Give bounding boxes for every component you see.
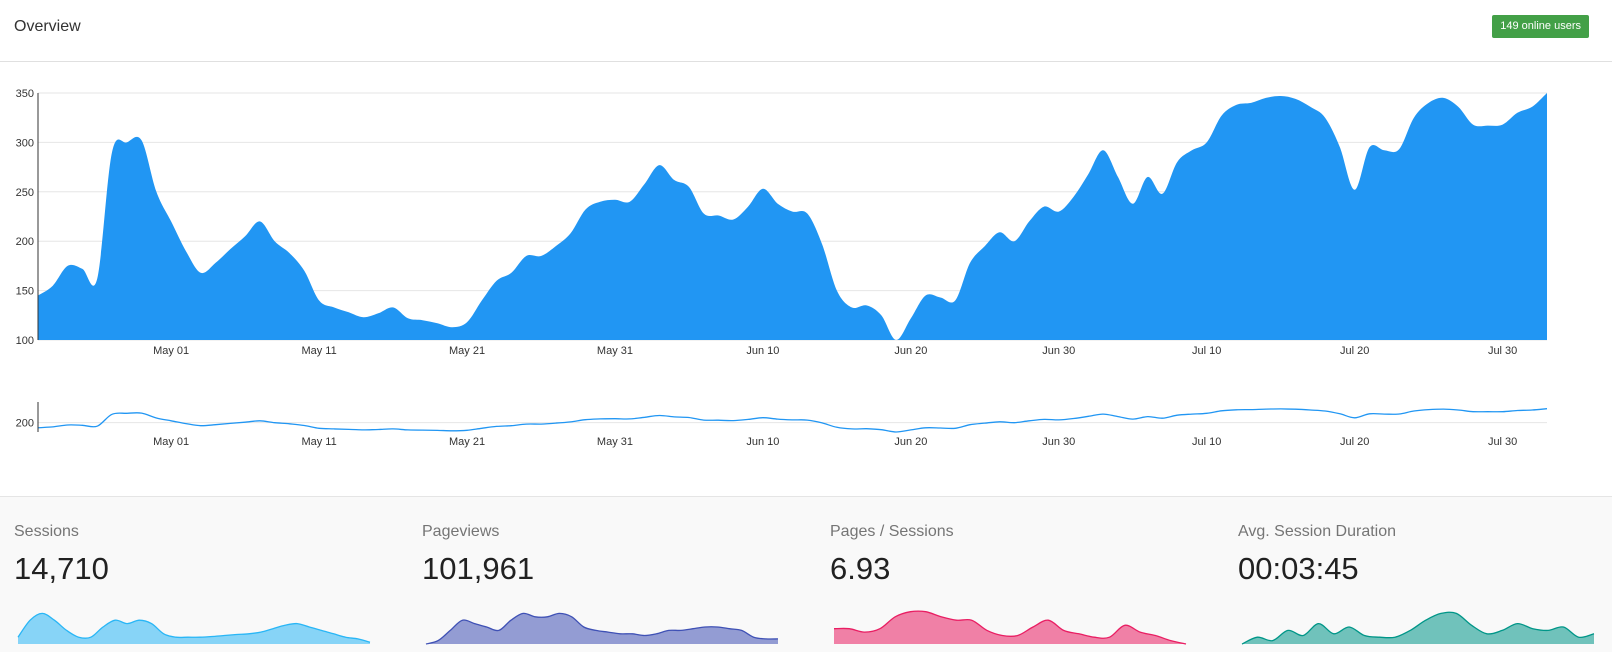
navigator-line-series	[37, 408, 1548, 433]
x-tick-label: Jun 20	[894, 345, 927, 357]
y-tick-label: 150	[16, 286, 34, 298]
x-tick-label: Jul 30	[1488, 345, 1517, 357]
x-tick-label: Jul 30	[1488, 436, 1517, 448]
stat-label: Pageviews	[422, 523, 500, 540]
y-tick-label: 300	[16, 137, 34, 149]
x-tick-label: Jul 10	[1192, 436, 1221, 448]
y-tick-label: 200	[16, 418, 34, 430]
x-tick-label: May 11	[301, 345, 336, 357]
stat-label: Sessions	[14, 523, 79, 540]
stat-sessions: Sessions 14,710	[0, 497, 408, 653]
stat-avg-session-duration: Avg. Session Duration 00:03:45	[1224, 497, 1612, 653]
y-tick-label: 100	[16, 335, 34, 347]
sessions-area-chart[interactable]: 100 150 200 250 300 350 May 01 May 11 May 21 May …	[0, 78, 1612, 368]
x-tick-label: May 01	[153, 345, 189, 357]
stat-value: 00:03:45	[1238, 551, 1359, 586]
sparkline-area	[1242, 612, 1594, 644]
x-tick-label: Jun 10	[746, 436, 779, 448]
page-title: Overview	[14, 18, 81, 35]
x-tick-label: May 11	[301, 436, 336, 448]
avg-duration-sparkline	[1241, 611, 1595, 645]
x-tick-label: Jun 10	[746, 345, 779, 357]
stat-label: Pages / Sessions	[830, 523, 954, 540]
x-tick-label: Jun 30	[1042, 345, 1075, 357]
x-tick-label: May 31	[597, 436, 633, 448]
range-navigator-chart[interactable]: 200 May 01 May 11 May 21 May 31 Jun 10 Jun 20 J…	[0, 400, 1612, 460]
sessions-sparkline	[17, 612, 371, 644]
stat-label: Avg. Session Duration	[1238, 523, 1397, 540]
x-tick-label: May 01	[153, 436, 189, 448]
pageviews-sparkline	[425, 612, 779, 645]
stat-value: 14,710	[14, 551, 109, 586]
pages-per-session-sparkline	[833, 610, 1187, 645]
sessions-area-series	[38, 93, 1547, 341]
y-tick-label: 250	[16, 187, 34, 199]
x-tick-label: Jun 30	[1042, 436, 1075, 448]
stat-value: 6.93	[830, 551, 891, 586]
stat-value: 101,961	[422, 551, 535, 586]
x-tick-label: May 21	[449, 345, 485, 357]
x-tick-label: May 31	[597, 345, 633, 357]
stat-pageviews: Pageviews 101,961	[408, 497, 816, 653]
stat-pages-per-session: Pages / Sessions 6.93	[816, 497, 1224, 653]
x-tick-label: Jun 20	[894, 436, 927, 448]
x-tick-label: May 21	[449, 436, 485, 448]
x-tick-label: Jul 20	[1340, 436, 1369, 448]
y-tick-label: 350	[16, 88, 34, 100]
y-tick-label: 200	[16, 236, 34, 248]
stats-panel: Sessions 14,710 Pageviews 101,961 Pages …	[0, 496, 1612, 652]
x-tick-label: Jul 20	[1340, 345, 1369, 357]
page-header: Overview 149 online users	[0, 0, 1612, 62]
online-users-badge: 149 online users	[1492, 15, 1589, 38]
x-tick-label: Jul 10	[1192, 345, 1221, 357]
